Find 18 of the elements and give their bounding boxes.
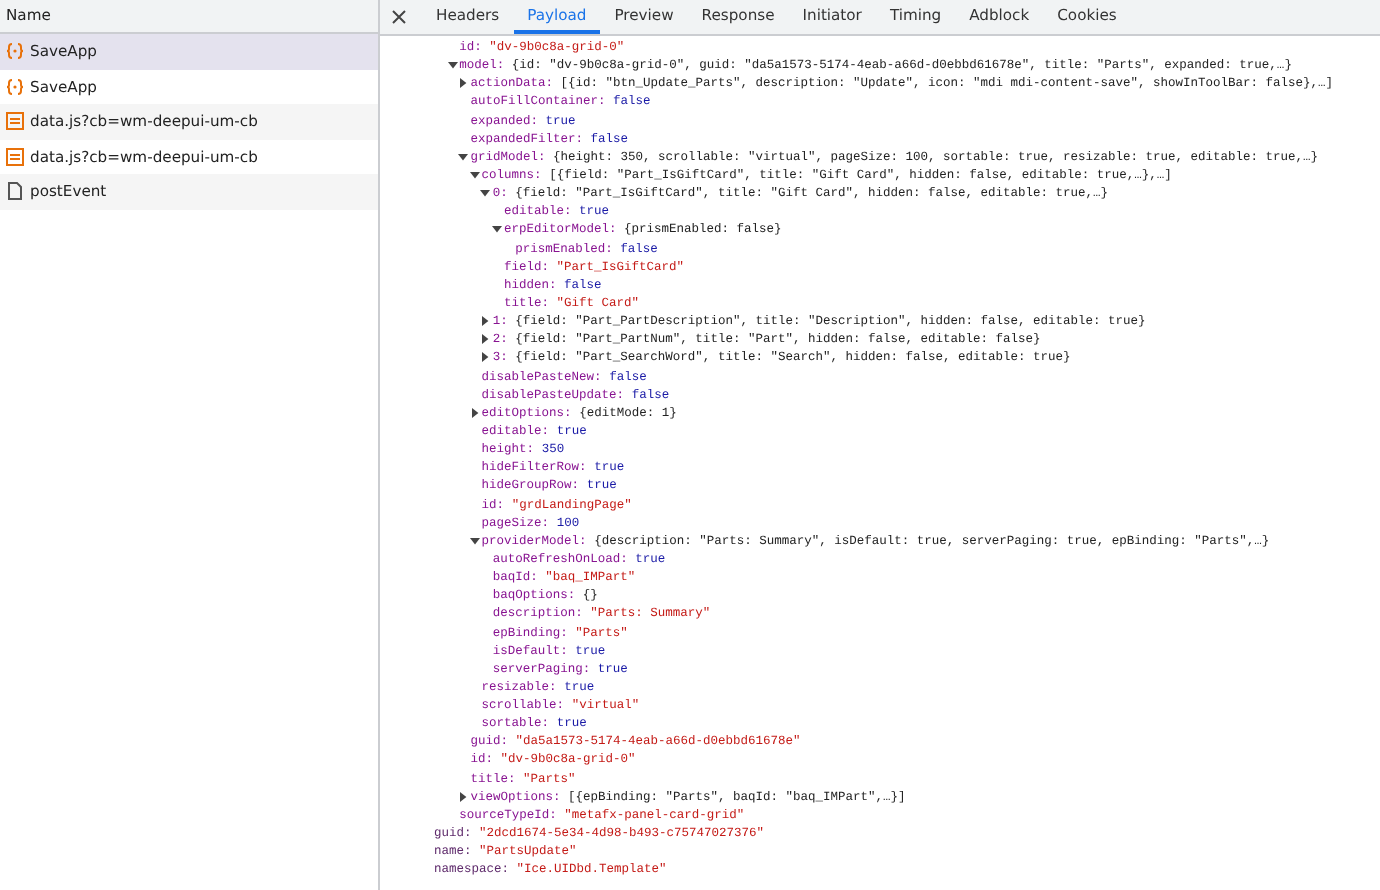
caret-icon[interactable] bbox=[480, 352, 491, 363]
caret-icon[interactable] bbox=[447, 60, 458, 71]
close-icon[interactable] bbox=[392, 10, 406, 24]
document-icon bbox=[6, 182, 24, 201]
caret-icon[interactable] bbox=[492, 224, 502, 235]
script-file-icon bbox=[6, 112, 24, 131]
caret-icon[interactable] bbox=[480, 316, 491, 327]
braces-icon bbox=[6, 42, 24, 61]
braces-icon bbox=[6, 77, 24, 96]
caret-icon[interactable] bbox=[469, 535, 480, 546]
caret-icon[interactable] bbox=[480, 188, 491, 199]
caret-icon[interactable] bbox=[469, 407, 480, 418]
caret-icon[interactable] bbox=[480, 334, 491, 345]
caret-icon[interactable] bbox=[458, 151, 469, 162]
caret-icon[interactable] bbox=[469, 170, 480, 181]
caret-icon[interactable] bbox=[458, 791, 469, 802]
script-file-icon bbox=[6, 147, 24, 166]
caret-icon[interactable] bbox=[458, 78, 469, 89]
